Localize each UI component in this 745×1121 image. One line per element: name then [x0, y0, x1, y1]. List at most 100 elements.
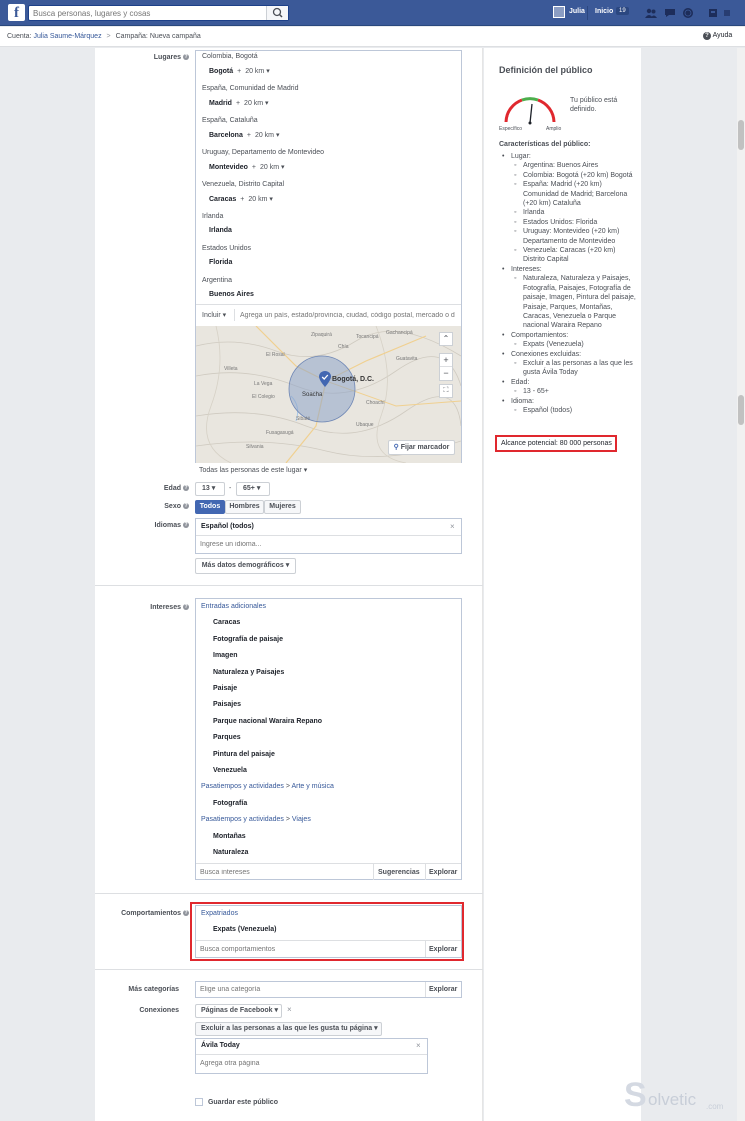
account-link[interactable]: Julia Saume-Márquez [33, 33, 101, 40]
interest-category-link[interactable]: Pasatiempos y actividades [201, 816, 284, 823]
interest-category-link[interactable]: Entradas adicionales [201, 603, 266, 610]
pin-marker-button[interactable]: ⚲ Fijar marcador [388, 440, 455, 455]
search-button[interactable] [266, 6, 288, 20]
notifications-icon[interactable] [682, 7, 694, 19]
gender-men-button[interactable]: Hombres [225, 500, 264, 514]
path-separator: > [283, 816, 292, 824]
audience-characteristics-list: • Lugar: ◦ Argentina: Buenos Aires ◦ Colombia… [499, 152, 637, 415]
interests-label: Intereses? [150, 604, 189, 611]
gender-women-button[interactable]: Mujeres [264, 500, 301, 514]
radius-dropdown[interactable]: 20 km ▾ [255, 132, 280, 139]
save-audience-option[interactable]: Guardar este público [195, 1098, 278, 1106]
sub-bullet-icon: ◦ [514, 406, 517, 414]
help-link[interactable]: ? Ayuda [703, 32, 732, 40]
info-icon[interactable]: ? [183, 54, 189, 61]
audience-item-text: Irlanda [523, 209, 545, 217]
explore-categories-button[interactable]: Explorar [429, 986, 457, 993]
radius-dropdown[interactable]: 20 km ▾ [248, 196, 273, 203]
gender-all-button[interactable]: Todos [195, 500, 225, 514]
facebook-logo-icon[interactable]: f [8, 4, 25, 21]
interest-category-link[interactable]: Arte y música [291, 783, 333, 790]
divider [587, 6, 588, 20]
scrollbar-thumb[interactable] [738, 395, 744, 425]
interest-category-link[interactable]: Pasatiempos y actividades [201, 783, 284, 790]
language-input[interactable] [200, 538, 450, 551]
radius-dropdown[interactable]: 20 km ▾ [245, 68, 270, 75]
people-in-location-dropdown[interactable]: Todas las personas de este lugar ▾ [199, 466, 307, 474]
map-expand-button[interactable]: ⌃ [439, 332, 453, 346]
remove-language-icon[interactable]: × [450, 522, 455, 531]
section-divider [95, 585, 483, 586]
location-map[interactable]: Bogotá, D.C. Soacha Chía El Rosal Sibaté… [196, 326, 461, 463]
user-avatar[interactable] [553, 6, 565, 18]
age-min-select[interactable]: 13 ▾ [195, 482, 225, 496]
age-dash: - [229, 485, 232, 492]
location-region: Argentina [202, 277, 232, 284]
audience-section-label: Edad: [511, 378, 530, 386]
map-label: El Colegio [252, 394, 275, 400]
audience-section-label: Intereses: [511, 265, 542, 273]
location-search-input[interactable] [240, 308, 458, 322]
location-item: Irlanda [209, 227, 232, 234]
age-max-select[interactable]: 65+ ▾ [236, 482, 270, 496]
zoom-out-button[interactable]: − [440, 367, 452, 380]
interest-item: Imagen [213, 652, 238, 660]
radius-dropdown[interactable]: 20 km ▾ [260, 164, 285, 171]
home-link[interactable]: Inicio [595, 8, 613, 15]
info-icon[interactable]: ? [183, 503, 189, 510]
interest-item: Naturaleza [213, 849, 249, 856]
info-icon[interactable]: ? [183, 485, 189, 492]
bullet-icon: • [502, 350, 505, 358]
friend-requests-icon[interactable] [645, 7, 657, 19]
interests-box: Entradas adicionales Caracas Fotografía de… [195, 598, 462, 880]
privacy-shortcuts-icon[interactable] [708, 8, 718, 18]
interest-category-link[interactable]: Viajes [292, 816, 311, 823]
global-search [28, 5, 289, 21]
interest-search-input[interactable] [200, 866, 370, 879]
account-menu-icon[interactable] [722, 8, 732, 18]
audience-item-text: Colombia: Bogotá (+20 km) Bogotá [523, 171, 633, 179]
info-icon[interactable]: ? [183, 522, 189, 529]
behavior-search-input[interactable] [200, 943, 420, 956]
save-audience-checkbox[interactable] [195, 1098, 203, 1106]
audience-section-item: ◦ Estados Unidos: Florida [511, 218, 637, 227]
page-input[interactable] [200, 1057, 420, 1070]
top-navigation-bar: f Julia Inicio 19 [0, 0, 745, 26]
audience-item-text: Naturaleza, Naturaleza y Paisajes, Fotog… [523, 275, 636, 330]
search-input[interactable] [29, 6, 269, 20]
chevron-down-icon: ▾ [374, 1025, 378, 1032]
interest-item: Venezuela [213, 767, 247, 774]
remove-page-icon[interactable]: × [416, 1041, 421, 1050]
category-input[interactable] [200, 983, 420, 996]
location-name: Bogotá [209, 68, 234, 75]
interest-category-path: Pasatiempos y actividades > Viajes [201, 816, 311, 823]
behavior-token: Expats (Venezuela) [213, 926, 277, 933]
svg-text:S: S [624, 1076, 647, 1114]
map-label: Villeta [224, 366, 238, 372]
map-label: Silvania [246, 444, 264, 450]
exclude-page-fans-select[interactable]: Excluir a las personas a las que les gus… [195, 1022, 382, 1036]
explore-behaviors-button[interactable]: Explorar [429, 946, 457, 953]
watermark-domain: .com [706, 1102, 724, 1111]
map-fullscreen-button[interactable]: ⛶ [439, 384, 453, 398]
gender-label: Sexo? [164, 503, 189, 510]
zoom-in-button[interactable]: + [440, 354, 452, 367]
more-demographics-button[interactable]: Más datos demográficos ▾ [195, 558, 296, 574]
info-icon[interactable]: ? [183, 910, 189, 917]
include-dropdown[interactable]: Incluir ▾ [202, 311, 226, 319]
user-name-link[interactable]: Julia [569, 8, 585, 15]
page-scrollbar[interactable] [737, 48, 745, 1121]
scrollbar-thumb[interactable] [738, 120, 744, 150]
info-icon[interactable]: ? [183, 604, 189, 611]
remove-connection-icon[interactable]: × [287, 1005, 292, 1014]
chevron-down-icon: ▾ [263, 100, 269, 107]
section-divider [95, 893, 483, 894]
radius-dropdown[interactable]: 20 km ▾ [244, 100, 269, 107]
help-label: Ayuda [712, 32, 733, 39]
suggestions-button[interactable]: Sugerencias [378, 869, 420, 876]
behaviors-group-link[interactable]: Expatriados [201, 910, 238, 917]
connection-type-select[interactable]: Páginas de Facebook ▾ [195, 1004, 282, 1018]
bullet-icon: • [502, 331, 505, 339]
messages-icon[interactable] [664, 7, 676, 19]
explore-interests-button[interactable]: Explorar [429, 869, 457, 876]
